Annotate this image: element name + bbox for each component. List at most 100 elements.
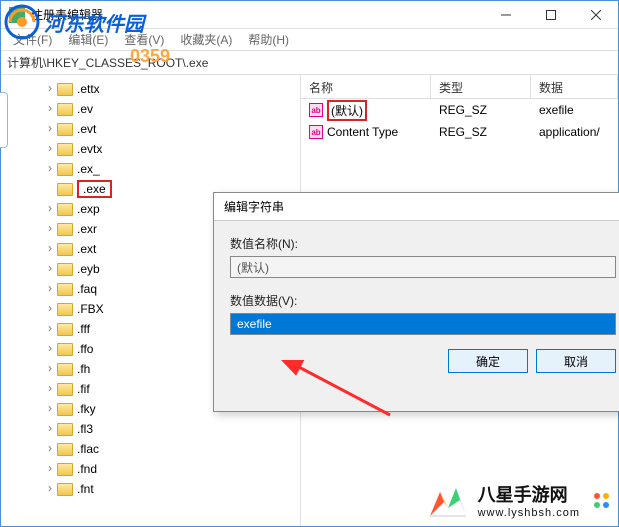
tree-item-label: .evtx	[77, 142, 102, 156]
maximize-button[interactable]	[528, 1, 573, 29]
tree-item-label: .exe	[77, 180, 112, 198]
dialog-buttons: 确定 取消	[230, 349, 616, 373]
folder-icon	[57, 223, 73, 236]
folder-icon	[57, 243, 73, 256]
menu-view[interactable]: 查看(V)	[118, 29, 170, 50]
chevron-right-icon[interactable]: ›	[45, 203, 55, 213]
value-name-field[interactable]	[230, 256, 616, 278]
list-header: 名称 类型 数据	[301, 75, 618, 99]
edit-string-dialog: 编辑字符串 数值名称(N): 数值数据(V): 确定 取消	[213, 192, 619, 412]
tree-item-label: .fff	[77, 322, 90, 336]
menu-help[interactable]: 帮助(H)	[242, 29, 295, 50]
folder-icon	[57, 123, 73, 136]
menu-favorites[interactable]: 收藏夹(A)	[174, 29, 238, 50]
list-rows: (默认)REG_SZexefileContent TypeREG_SZappli…	[301, 99, 618, 143]
window-title: 注册表编辑器	[31, 6, 483, 23]
tree-item-evt[interactable]: ›.evt	[1, 119, 300, 139]
cell-data: application/	[531, 123, 618, 141]
tree-item-label: .ffo	[77, 342, 93, 356]
ok-button[interactable]: 确定	[448, 349, 528, 373]
tree-item-label: .fif	[77, 382, 90, 396]
reg-string-icon	[309, 125, 323, 139]
tree-item-label: .fnt	[77, 482, 94, 496]
folder-icon	[57, 303, 73, 316]
tree-item-label: .exp	[77, 202, 100, 216]
address-text: 计算机\HKEY_CLASSES_ROOT\.exe	[7, 54, 208, 71]
tree-item-fnd[interactable]: › .fnd	[1, 459, 300, 479]
folder-icon	[57, 463, 73, 476]
folder-icon	[57, 263, 73, 276]
tree-item-label: .ex_	[77, 162, 100, 176]
folder-icon	[57, 183, 73, 196]
folder-icon	[57, 143, 73, 156]
chevron-right-icon[interactable]: ›	[45, 443, 55, 453]
tree-item-fnt[interactable]: › .fnt	[1, 479, 300, 499]
chevron-right-icon[interactable]: ›	[45, 163, 55, 173]
tree-item-ettx[interactable]: › .ettx	[1, 79, 300, 99]
chevron-right-icon[interactable]: ›	[45, 363, 55, 373]
tree-item-fl3[interactable]: › .fl3	[1, 419, 300, 439]
address-bar[interactable]: 计算机\HKEY_CLASSES_ROOT\.exe	[1, 51, 618, 75]
chevron-right-icon[interactable]: ›	[45, 123, 55, 133]
cancel-button[interactable]: 取消	[536, 349, 616, 373]
chevron-right-icon[interactable]: ›	[45, 483, 55, 493]
folder-icon	[57, 383, 73, 396]
folder-icon	[57, 483, 73, 496]
tree-item-evtx[interactable]: › .evtx	[1, 139, 300, 159]
tree-item-flac[interactable]: ›.flac	[1, 439, 300, 459]
folder-icon	[57, 283, 73, 296]
tree-item-label: .fky	[77, 402, 96, 416]
side-tab[interactable]	[0, 92, 8, 148]
chevron-right-icon[interactable]: ›	[45, 283, 55, 293]
tree-item-label: .faq	[77, 282, 97, 296]
tree-item-label: .fnd	[77, 462, 97, 476]
chevron-right-icon[interactable]: ›	[45, 263, 55, 273]
menu-edit[interactable]: 编辑(E)	[62, 29, 114, 50]
minimize-button[interactable]	[483, 1, 528, 29]
dialog-title: 编辑字符串	[214, 193, 619, 221]
col-data[interactable]: 数据	[531, 75, 618, 98]
chevron-right-icon[interactable]: ›	[45, 343, 55, 353]
folder-icon	[57, 343, 73, 356]
chevron-right-icon[interactable]: ›	[45, 323, 55, 333]
tree-item-label: .ev	[77, 102, 93, 116]
tree-item-label: .eyb	[77, 262, 100, 276]
tree-item-label: .ettx	[77, 82, 100, 96]
close-button[interactable]	[573, 1, 618, 29]
chevron-right-icon[interactable]: ›	[45, 103, 55, 113]
tree-item-label: .fl3	[77, 422, 93, 436]
dialog-body: 数值名称(N): 数值数据(V): 确定 取消	[214, 221, 619, 411]
chevron-right-icon[interactable]: ›	[45, 243, 55, 253]
cell-name: Content Type	[301, 123, 431, 141]
value-data-field[interactable]	[230, 313, 616, 335]
value-data-label: 数值数据(V):	[230, 292, 616, 309]
chevron-right-icon[interactable]: ›	[45, 403, 55, 413]
tree-item-ev[interactable]: › .ev	[1, 99, 300, 119]
folder-icon	[57, 323, 73, 336]
chevron-right-icon[interactable]: ›	[45, 83, 55, 93]
tree-item-label: .exr	[77, 222, 97, 236]
menu-file[interactable]: 文件(F)	[7, 29, 58, 50]
menubar: 文件(F) 编辑(E) 查看(V) 收藏夹(A) 帮助(H)	[1, 29, 618, 51]
col-type[interactable]: 类型	[431, 75, 531, 98]
folder-icon	[57, 443, 73, 456]
col-name[interactable]: 名称	[301, 75, 431, 98]
folder-icon	[57, 363, 73, 376]
chevron-right-icon[interactable]: ›	[45, 383, 55, 393]
cell-data: exefile	[531, 101, 618, 119]
tree-item-label: .ext	[77, 242, 96, 256]
list-row[interactable]: (默认)REG_SZexefile	[301, 99, 618, 121]
folder-icon	[57, 423, 73, 436]
chevron-right-icon[interactable]: ›	[45, 463, 55, 473]
titlebar: 注册表编辑器	[1, 1, 618, 29]
tree-item-ex_[interactable]: › .ex_	[1, 159, 300, 179]
list-row[interactable]: Content TypeREG_SZapplication/	[301, 121, 618, 143]
value-name-label: 数值名称(N):	[230, 235, 616, 252]
reg-string-icon	[309, 103, 323, 117]
tree-item-label: .fh	[77, 362, 90, 376]
chevron-right-icon[interactable]: ›	[45, 423, 55, 433]
chevron-right-icon[interactable]	[45, 183, 55, 193]
chevron-right-icon[interactable]: ›	[45, 303, 55, 313]
chevron-right-icon[interactable]: ›	[45, 143, 55, 153]
chevron-right-icon[interactable]: ›	[45, 223, 55, 233]
